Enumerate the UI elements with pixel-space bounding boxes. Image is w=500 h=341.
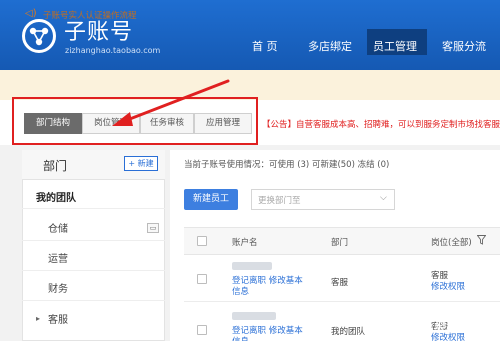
row-actions-cont[interactable]: 信息 <box>232 285 249 297</box>
chevron-down-icon: ⌵ <box>380 193 387 203</box>
divider <box>184 301 500 302</box>
nav-staff-management[interactable]: 员工管理 <box>373 38 417 54</box>
new-department-button[interactable]: + 新建 <box>124 156 158 171</box>
collapse-icon[interactable]: ▭ <box>147 223 159 233</box>
edit-permissions-link[interactable]: 修改权限 <box>431 280 465 292</box>
sidebar-item-customer-service[interactable]: 客服 <box>48 311 68 326</box>
account-usage-summary: 当前子账号使用情况：可使用 (3) 可新建(50) 冻结 (0) <box>184 160 390 170</box>
sidebar-item-my-team[interactable]: 我的团队 <box>36 189 76 204</box>
filter-icon[interactable] <box>477 235 486 245</box>
divider <box>22 240 165 241</box>
select-all-checkbox[interactable] <box>197 236 207 246</box>
nav-home[interactable]: 首 页 <box>252 38 278 54</box>
sidebar-title: 部门 <box>43 159 68 173</box>
nav-customer-service-routing[interactable]: 客服分流 <box>442 38 486 54</box>
sidebar-item-warehouse[interactable]: 仓储 <box>48 220 68 235</box>
chevron-right-icon[interactable]: ▸ <box>36 314 40 323</box>
notice-bar <box>0 70 500 100</box>
divider <box>22 270 165 271</box>
column-account: 账户名 <box>232 238 258 248</box>
row-checkbox[interactable] <box>197 325 207 335</box>
divider <box>22 208 165 209</box>
column-department: 部门 <box>331 238 349 248</box>
row-checkbox[interactable] <box>197 274 207 284</box>
blurred-account-name <box>232 312 276 320</box>
new-staff-button[interactable]: 新建员工 <box>184 189 238 210</box>
announcement[interactable]: 【公告】自营客服成本高、招聘难，可以到服务定制市场找客服 <box>262 118 500 130</box>
speaker-icon: ◁) <box>25 8 37 19</box>
annotation-highlight-box <box>12 97 258 145</box>
column-position[interactable]: 岗位(全部) <box>431 236 472 248</box>
row-actions-cont[interactable]: 信息 <box>232 335 249 341</box>
sidebar-item-finance[interactable]: 财务 <box>48 280 68 295</box>
row-department: 我的团队 <box>331 327 366 337</box>
notice-link[interactable]: 子账号实人认证操作流程 <box>43 9 137 21</box>
baidu-watermark: Baidu 经验 <box>392 320 459 334</box>
app-domain: zizhanghao.taobao.com <box>65 46 161 55</box>
share-nodes-icon <box>29 27 49 46</box>
logo-icon <box>22 19 56 53</box>
blurred-account-name <box>232 262 272 270</box>
sidebar-item-operations[interactable]: 运营 <box>48 250 68 265</box>
nav-multi-store[interactable]: 多店绑定 <box>308 38 352 54</box>
move-department-placeholder: 更换部门至 <box>258 196 301 206</box>
divider <box>22 300 165 301</box>
row-department: 客服 <box>331 278 349 288</box>
